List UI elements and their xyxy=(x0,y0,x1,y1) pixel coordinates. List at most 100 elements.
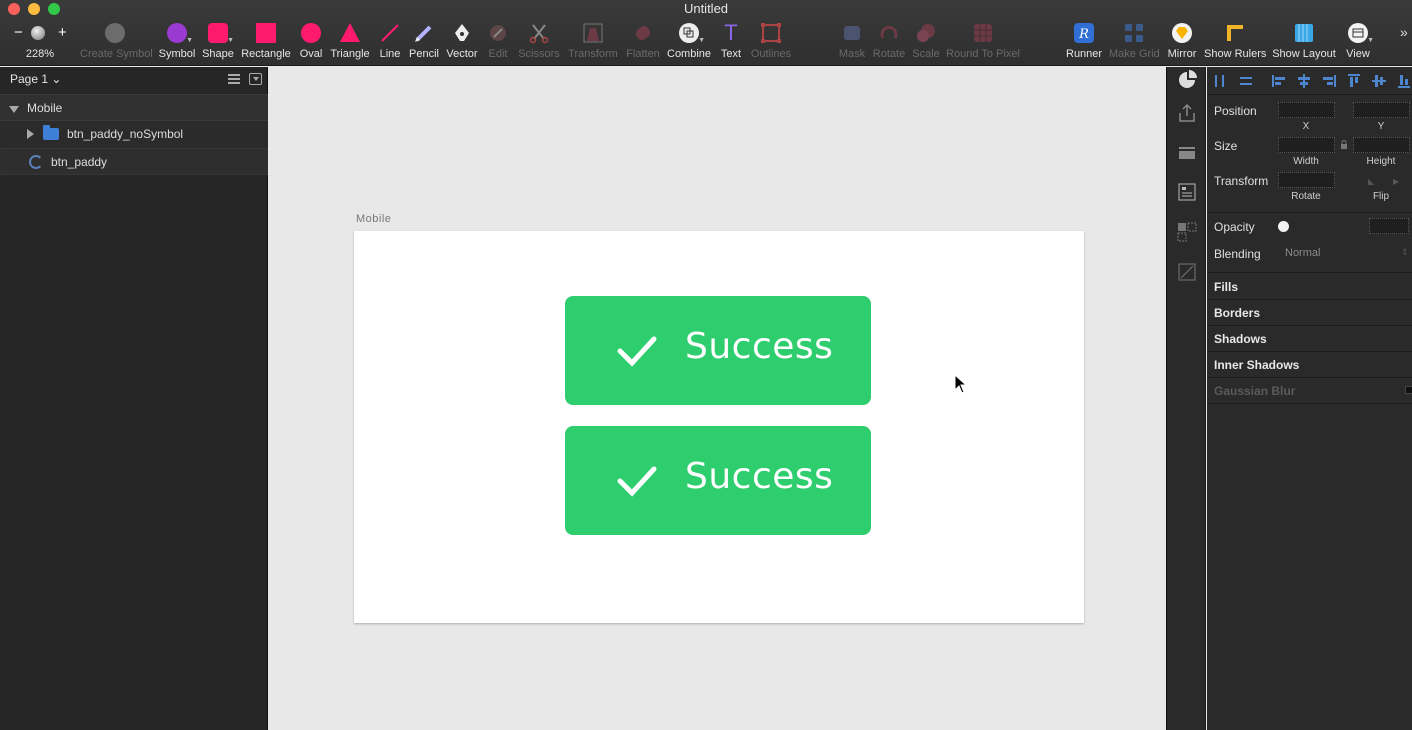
rotate-field[interactable] xyxy=(1278,172,1335,188)
rotate-icon xyxy=(877,22,901,44)
line-button[interactable]: Line xyxy=(377,22,403,60)
align-bottom-icon[interactable] xyxy=(1397,74,1411,88)
transform-button[interactable]: Transform xyxy=(567,22,619,60)
alignment-toolbar xyxy=(1207,67,1412,95)
mirror-icon xyxy=(1170,22,1194,44)
y-field[interactable] xyxy=(1353,102,1410,118)
button-label: Success xyxy=(685,326,834,367)
shadows-section[interactable]: Shadows xyxy=(1214,332,1267,346)
image-icon[interactable] xyxy=(1177,262,1197,282)
artboard-label[interactable]: Mobile xyxy=(356,213,391,225)
symbol-button[interactable]: ▼ Symbol xyxy=(158,22,196,60)
align-left-icon[interactable] xyxy=(1272,74,1286,88)
scale-icon xyxy=(914,22,938,44)
mask-button[interactable]: Mask xyxy=(836,22,868,60)
position-label: Position xyxy=(1214,104,1257,118)
zoom-level: 228% xyxy=(25,48,55,60)
align-middle-icon[interactable] xyxy=(1372,74,1386,88)
checkmark-icon xyxy=(617,336,657,367)
disclosure-triangle-icon[interactable] xyxy=(9,106,19,113)
toolbar: Untitled − + 228% Create Symbol ▼ Symbol… xyxy=(0,0,1412,66)
flip-label: Flip xyxy=(1372,191,1390,202)
gaussian-blur-section[interactable]: Gaussian Blur xyxy=(1214,384,1295,398)
rectangle-button[interactable]: Rectangle xyxy=(241,22,291,60)
mirror-button[interactable]: Mirror xyxy=(1166,22,1198,60)
flatten-button[interactable]: Flatten xyxy=(624,22,662,60)
page-selector[interactable]: Page 1 ⌄ xyxy=(10,72,61,86)
vector-pen-icon xyxy=(450,22,474,44)
pie-icon[interactable] xyxy=(1177,70,1197,90)
export-icon[interactable] xyxy=(1177,103,1197,123)
line-icon xyxy=(378,22,402,44)
view-icon: ▼ xyxy=(1346,22,1374,44)
canvas[interactable]: Mobile Success Success xyxy=(269,67,1165,730)
pencil-button[interactable]: Pencil xyxy=(408,22,440,60)
fills-section[interactable]: Fills xyxy=(1214,280,1238,294)
combine-button[interactable]: ▼ Combine xyxy=(667,22,711,60)
select-arrows-icon: ⇕ xyxy=(1401,247,1409,257)
scale-button[interactable]: Scale xyxy=(911,22,941,60)
blending-select[interactable]: Normal xyxy=(1285,247,1320,259)
x-field[interactable] xyxy=(1278,102,1335,118)
align-right-icon[interactable] xyxy=(1322,74,1336,88)
scissors-button[interactable]: Scissors xyxy=(517,22,561,60)
shape-icon: ▼ xyxy=(206,22,234,44)
round-to-pixel-button[interactable]: Round To Pixel xyxy=(946,22,1020,60)
zoom-out-button[interactable]: − xyxy=(14,25,23,41)
text-button[interactable]: T Text xyxy=(718,22,744,61)
inner-shadows-section[interactable]: Inner Shadows xyxy=(1214,358,1299,372)
list-view-icon[interactable] xyxy=(228,74,240,84)
blur-checkbox[interactable] xyxy=(1405,386,1412,394)
align-top-icon[interactable] xyxy=(1347,74,1361,88)
opacity-field[interactable] xyxy=(1369,218,1409,234)
layer-row-artboard[interactable]: Mobile xyxy=(0,94,268,121)
zoom-control[interactable]: − + 228% xyxy=(8,24,72,64)
layers-stack-icon[interactable] xyxy=(1177,143,1197,163)
success-button[interactable]: Success xyxy=(565,426,871,535)
chevron-down-icon: ⌄ xyxy=(51,72,62,86)
create-symbol-button[interactable]: Create Symbol xyxy=(80,22,153,60)
borders-section[interactable]: Borders xyxy=(1214,306,1260,320)
distribute-horizontal-icon[interactable] xyxy=(1213,74,1227,88)
runner-button[interactable]: R Runner xyxy=(1066,22,1102,60)
triangle-button[interactable]: Triangle xyxy=(330,22,370,60)
view-button[interactable]: ▼ View xyxy=(1342,22,1374,60)
shape-button[interactable]: ▼ Shape xyxy=(202,22,234,60)
height-field[interactable] xyxy=(1353,137,1410,153)
rotate-button[interactable]: Rotate xyxy=(872,22,906,60)
make-grid-button[interactable]: Make Grid xyxy=(1109,22,1160,60)
zoom-in-button[interactable]: + xyxy=(58,25,67,41)
flip-horizontal-icon[interactable]: ◣ xyxy=(1368,177,1374,186)
mouse-cursor-icon xyxy=(954,374,968,394)
symbol-override-icon[interactable] xyxy=(1177,222,1197,242)
outlines-icon xyxy=(759,22,783,44)
outlines-button[interactable]: Outlines xyxy=(749,22,793,60)
zoom-slider-knob[interactable] xyxy=(31,26,45,40)
round-to-pixel-icon xyxy=(971,22,995,44)
show-layout-button[interactable]: Show Layout xyxy=(1272,22,1336,60)
rectangle-icon xyxy=(254,22,278,44)
lock-icon[interactable] xyxy=(1340,140,1348,150)
oval-button[interactable]: Oval xyxy=(297,22,325,60)
document-icon[interactable] xyxy=(1177,182,1197,202)
show-rulers-button[interactable]: Show Rulers xyxy=(1204,22,1266,60)
layer-row-symbol[interactable]: btn_paddy xyxy=(0,148,268,175)
scissors-icon xyxy=(527,22,551,44)
symbol-icon: ▼ xyxy=(165,22,193,44)
edit-button[interactable]: Edit xyxy=(486,22,510,60)
triangle-icon xyxy=(338,22,362,44)
artboard[interactable]: Success Success xyxy=(354,231,1084,623)
disclosure-triangle-icon[interactable] xyxy=(27,129,34,139)
layer-row-group[interactable]: btn_paddy_noSymbol xyxy=(0,121,268,148)
create-symbol-icon xyxy=(103,22,127,44)
align-center-horizontal-icon[interactable] xyxy=(1297,74,1311,88)
collapse-pages-icon[interactable] xyxy=(249,73,262,85)
success-button[interactable]: Success xyxy=(565,296,871,405)
width-field[interactable] xyxy=(1278,137,1335,153)
vector-button[interactable]: Vector xyxy=(445,22,479,60)
opacity-slider-knob[interactable] xyxy=(1278,221,1289,232)
flip-vertical-icon[interactable]: ▶ xyxy=(1393,177,1399,186)
toolbar-overflow-button[interactable]: » xyxy=(1400,24,1408,40)
make-grid-icon xyxy=(1122,22,1146,44)
distribute-vertical-icon[interactable] xyxy=(1239,74,1253,88)
